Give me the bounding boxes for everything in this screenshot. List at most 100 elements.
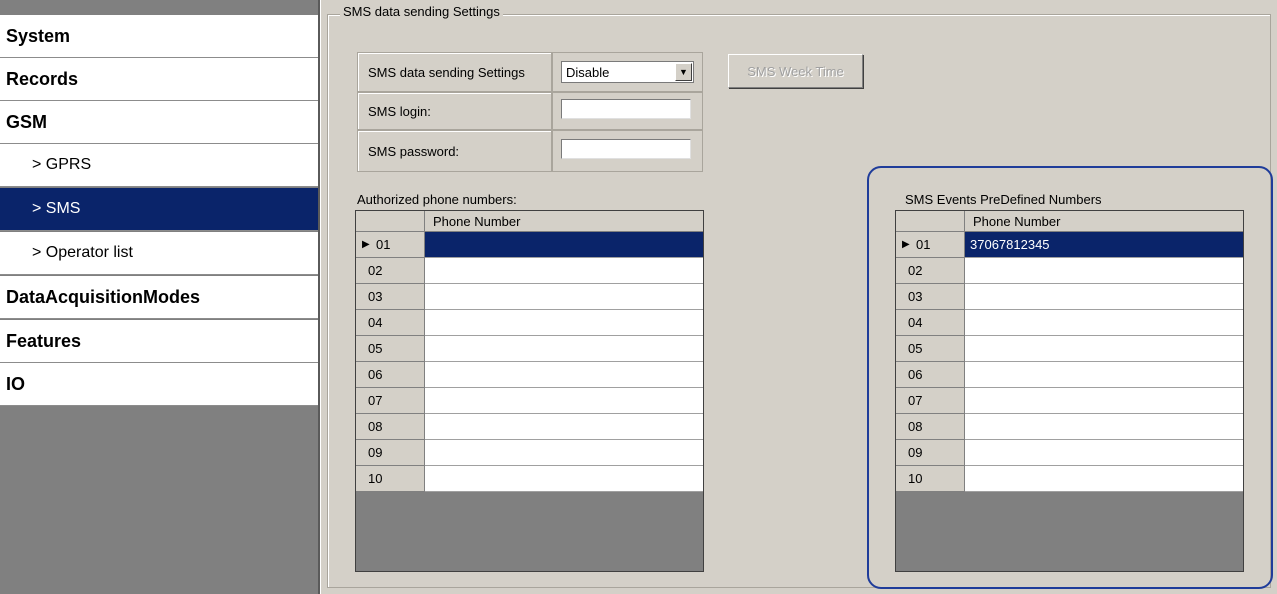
row-number: 03 <box>368 289 383 304</box>
row-header[interactable]: 08 <box>356 414 425 440</box>
authorized-phone-number-cell[interactable] <box>425 284 703 310</box>
predefined-phone-number-cell[interactable] <box>965 336 1243 362</box>
table-row[interactable]: 05 <box>896 336 1243 362</box>
row-header[interactable]: 05 <box>356 336 425 362</box>
table-row[interactable]: ▶ 01 37067812345 <box>896 232 1243 258</box>
triangle-right-icon: ▶ <box>902 239 910 250</box>
table-row[interactable]: 07 <box>356 388 703 414</box>
table-row[interactable]: 10 <box>356 466 703 492</box>
row-number: 05 <box>908 341 923 356</box>
sidebar-item-features[interactable]: Features <box>0 320 318 363</box>
sms-password-label: SMS password: <box>357 130 552 172</box>
table-row[interactable]: 06 <box>896 362 1243 388</box>
row-header[interactable]: ▶ 01 <box>356 232 425 258</box>
sidebar-item-sms[interactable]: > SMS <box>0 188 318 231</box>
sidebar-item-data-acquisition-modes[interactable]: DataAcquisitionModes <box>0 276 318 319</box>
sidebar-item-gsm[interactable]: GSM <box>0 101 318 144</box>
table-row[interactable]: 05 <box>356 336 703 362</box>
sending-settings-field: Disable ▼ <box>552 52 703 92</box>
row-header[interactable]: 09 <box>356 440 425 466</box>
row-number: 02 <box>368 263 383 278</box>
predefined-phone-number-cell[interactable] <box>965 310 1243 336</box>
group-title: SMS data sending Settings <box>340 4 503 19</box>
grid-header-row: Phone Number <box>896 211 1243 232</box>
predefined-phone-number-cell[interactable] <box>965 440 1243 466</box>
table-row[interactable]: 09 <box>896 440 1243 466</box>
sidebar-item-records[interactable]: Records <box>0 58 318 101</box>
row-header[interactable]: 02 <box>896 258 965 284</box>
table-row[interactable]: 02 <box>356 258 703 284</box>
authorized-numbers-title: Authorized phone numbers: <box>357 192 517 207</box>
authorized-numbers-grid: Phone Number ▶ 01 02 03 04 05 06 07 08 09 10 <box>355 210 704 572</box>
row-number: 04 <box>368 315 383 330</box>
row-header[interactable]: 02 <box>356 258 425 284</box>
table-row[interactable]: 02 <box>896 258 1243 284</box>
row-header[interactable]: 06 <box>896 362 965 388</box>
row-number: 05 <box>368 341 383 356</box>
table-row[interactable]: 08 <box>356 414 703 440</box>
phone-number-column-header[interactable]: Phone Number <box>425 211 703 232</box>
row-number: 09 <box>368 445 383 460</box>
sidebar-item-operator-list[interactable]: > Operator list <box>0 232 318 275</box>
row-header[interactable]: 04 <box>896 310 965 336</box>
sms-password-field <box>552 130 703 172</box>
row-number: 06 <box>908 367 923 382</box>
sidebar-item-system[interactable]: System <box>0 15 318 58</box>
authorized-phone-number-cell[interactable] <box>425 440 703 466</box>
row-header[interactable]: 10 <box>356 466 425 492</box>
table-row[interactable]: 08 <box>896 414 1243 440</box>
sms-week-time-button[interactable]: SMS Week Time <box>728 54 863 88</box>
row-number: 07 <box>908 393 923 408</box>
chevron-down-icon[interactable]: ▼ <box>675 63 692 81</box>
predefined-phone-number-cell[interactable] <box>965 388 1243 414</box>
settings-panel: SMS data sending Settings SMS data sendi… <box>321 0 1277 594</box>
table-row[interactable]: 10 <box>896 466 1243 492</box>
row-header[interactable]: 05 <box>896 336 965 362</box>
row-number: 10 <box>368 471 383 486</box>
row-header[interactable]: 09 <box>896 440 965 466</box>
triangle-right-icon: ▶ <box>362 239 370 250</box>
table-row[interactable]: 04 <box>896 310 1243 336</box>
table-row[interactable]: 03 <box>356 284 703 310</box>
row-header[interactable]: 10 <box>896 466 965 492</box>
phone-number-column-header[interactable]: Phone Number <box>965 211 1243 232</box>
sms-login-label: SMS login: <box>357 92 552 130</box>
authorized-phone-number-cell[interactable] <box>425 388 703 414</box>
authorized-phone-number-cell[interactable] <box>425 232 703 258</box>
sending-settings-value: Disable <box>566 64 610 80</box>
predefined-phone-number-cell[interactable] <box>965 258 1243 284</box>
predefined-phone-number-cell[interactable] <box>965 284 1243 310</box>
authorized-phone-number-cell[interactable] <box>425 466 703 492</box>
table-row[interactable]: 04 <box>356 310 703 336</box>
row-header[interactable]: 03 <box>356 284 425 310</box>
sms-login-field <box>552 92 703 130</box>
authorized-phone-number-cell[interactable] <box>425 258 703 284</box>
row-number: 03 <box>908 289 923 304</box>
sms-login-input[interactable] <box>561 99 691 119</box>
predefined-phone-number-cell[interactable]: 37067812345 <box>965 232 1243 258</box>
authorized-phone-number-cell[interactable] <box>425 362 703 388</box>
table-row[interactable]: ▶ 01 <box>356 232 703 258</box>
row-header[interactable]: 04 <box>356 310 425 336</box>
sending-settings-select[interactable]: Disable ▼ <box>561 61 694 83</box>
row-header[interactable]: 06 <box>356 362 425 388</box>
authorized-phone-number-cell[interactable] <box>425 310 703 336</box>
table-row[interactable]: 09 <box>356 440 703 466</box>
sending-settings-label: SMS data sending Settings <box>357 52 552 92</box>
row-header[interactable]: ▶ 01 <box>896 232 965 258</box>
row-header[interactable]: 07 <box>356 388 425 414</box>
table-row[interactable]: 06 <box>356 362 703 388</box>
row-header[interactable]: 08 <box>896 414 965 440</box>
sidebar-item-io[interactable]: IO <box>0 363 318 406</box>
sms-password-input[interactable] <box>561 139 691 159</box>
predefined-phone-number-cell[interactable] <box>965 362 1243 388</box>
predefined-phone-number-cell[interactable] <box>965 414 1243 440</box>
table-row[interactable]: 03 <box>896 284 1243 310</box>
sidebar-item-gprs[interactable]: > GPRS <box>0 144 318 187</box>
row-header[interactable]: 07 <box>896 388 965 414</box>
predefined-phone-number-cell[interactable] <box>965 466 1243 492</box>
authorized-phone-number-cell[interactable] <box>425 414 703 440</box>
row-header[interactable]: 03 <box>896 284 965 310</box>
authorized-phone-number-cell[interactable] <box>425 336 703 362</box>
table-row[interactable]: 07 <box>896 388 1243 414</box>
